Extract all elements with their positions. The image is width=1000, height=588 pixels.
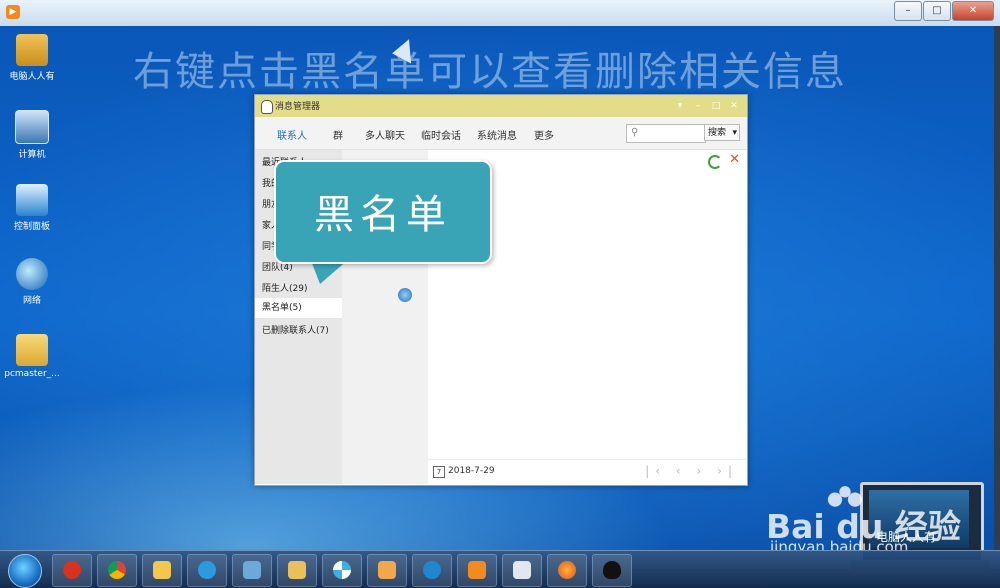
player-window-controls: – □ ✕ [893, 1, 994, 21]
pinwheel-icon [333, 561, 351, 579]
desktop-icon-computer[interactable]: 计算机 [2, 110, 62, 160]
player-side-strip [994, 26, 1000, 550]
jiang-icon [63, 561, 81, 579]
monitor-icon [243, 561, 261, 579]
chevron-down-icon: ▾ [732, 128, 737, 138]
desktop-icon-label: 计算机 [18, 150, 46, 160]
callout-bubble: 黑名单 [274, 160, 492, 264]
search-icon: ⚲ [631, 127, 639, 138]
taskbar-app-explorer[interactable] [277, 554, 317, 587]
network-icon [16, 258, 48, 290]
browser-icon [198, 561, 216, 579]
desktop-icon-folder[interactable]: pcmaster_... [2, 334, 62, 379]
callout-text: 黑名单 [314, 192, 452, 238]
tab-multi-chat[interactable]: 多人聊天 [365, 127, 405, 142]
box-icon [513, 561, 531, 579]
ie-icon [423, 561, 441, 579]
control-panel-icon [16, 184, 48, 216]
message-manager-window: 消息管理器 ▾ – □ ✕ 联系人 群 多人聊天 临时会话 系统消息 更多 ⚲ … [254, 94, 748, 486]
paint-icon [378, 561, 396, 579]
search-button-label: 搜索 [708, 128, 727, 138]
maximize-button[interactable]: □ [707, 97, 725, 115]
category-tabs: 联系人 群 多人聊天 临时会话 系统消息 更多 ⚲ 搜索 ▾ [255, 117, 747, 150]
qq-penguin-icon [603, 561, 621, 579]
taskbar-app-browser[interactable] [187, 554, 227, 587]
sidebar-item-blacklist[interactable]: 黑名单(5) [255, 298, 342, 318]
desktop-icon-label: 网络 [22, 296, 41, 306]
chrome-icon [108, 561, 126, 579]
qq-penguin-icon [261, 100, 273, 114]
sidebar-item-deleted[interactable]: 已删除联系人(7) [262, 323, 329, 336]
taskbar-app-firefox[interactable] [547, 554, 587, 587]
desktop-icon-label: 电脑人人有 [9, 72, 55, 82]
desktop-icon-network[interactable]: 网络 [2, 258, 62, 306]
instruction-banner: 右键点击黑名单可以查看删除相关信息 [133, 49, 847, 95]
refresh-icon[interactable] [708, 155, 722, 169]
taskbar-app-box[interactable] [502, 554, 542, 587]
player-titlebar: ▶ – □ ✕ [0, 0, 1000, 27]
taskbar [0, 550, 1000, 588]
player-maximize-button[interactable]: □ [923, 1, 951, 21]
busy-cursor-icon [398, 288, 412, 302]
window-controls: ▾ – □ ✕ [671, 97, 743, 115]
calendar-icon[interactable]: 7 [433, 466, 445, 478]
player-minimize-button[interactable]: – [894, 1, 922, 21]
desktop-icon-control-panel[interactable]: 控制面板 [2, 184, 62, 232]
taskbar-app-folder[interactable] [142, 554, 182, 587]
taskbar-app-monitor[interactable] [232, 554, 272, 587]
search-button[interactable]: 搜索 ▾ [704, 124, 740, 141]
search-input[interactable]: ⚲ [626, 124, 706, 143]
close-button[interactable]: ✕ [725, 97, 743, 115]
tab-system-messages[interactable]: 系统消息 [477, 127, 517, 142]
player-logo-icon: ▶ [6, 5, 20, 19]
media-player-icon [468, 561, 486, 579]
pagination-controls[interactable]: |‹ ‹ › ›| [645, 464, 738, 478]
tab-temp-session[interactable]: 临时会话 [421, 127, 461, 142]
window-titlebar: 消息管理器 ▾ – □ ✕ [255, 95, 747, 117]
start-button[interactable] [8, 554, 42, 588]
dropdown-icon[interactable]: ▾ [671, 97, 689, 115]
taskbar-app-pinwheel[interactable] [322, 554, 362, 587]
explorer-icon [288, 561, 306, 579]
folder-icon [153, 561, 171, 579]
taskbar-app-media[interactable] [457, 554, 497, 587]
message-footer: 7 2018-7-29 |‹ ‹ › ›| [428, 459, 746, 485]
desktop-icon-label: 控制面板 [13, 222, 50, 232]
firefox-icon [558, 561, 576, 579]
taskbar-app-jiang[interactable] [52, 554, 92, 587]
delete-icon[interactable]: ✕ [729, 152, 740, 167]
system-tray [850, 554, 1000, 585]
tab-groups[interactable]: 群 [333, 127, 343, 142]
window-title: 消息管理器 [275, 102, 321, 112]
taskbar-app-ie[interactable] [412, 554, 452, 587]
user-folder-icon [16, 34, 48, 66]
taskbar-app-paint[interactable] [367, 554, 407, 587]
player-close-button[interactable]: ✕ [952, 1, 994, 21]
tab-contacts[interactable]: 联系人 [277, 127, 307, 142]
tab-more[interactable]: 更多 [534, 127, 554, 142]
desktop-icon-label: pcmaster_... [4, 369, 60, 379]
taskbar-app-chrome[interactable] [97, 554, 137, 587]
footer-date: 2018-7-29 [448, 466, 495, 476]
taskbar-app-qq[interactable] [592, 554, 632, 587]
folder-icon [16, 334, 48, 366]
minimize-button[interactable]: – [689, 97, 707, 115]
desktop-icon-user[interactable]: 电脑人人有 [2, 34, 62, 82]
computer-icon [15, 110, 49, 144]
sidebar-item-strangers[interactable]: 陌生人(29) [262, 281, 307, 294]
